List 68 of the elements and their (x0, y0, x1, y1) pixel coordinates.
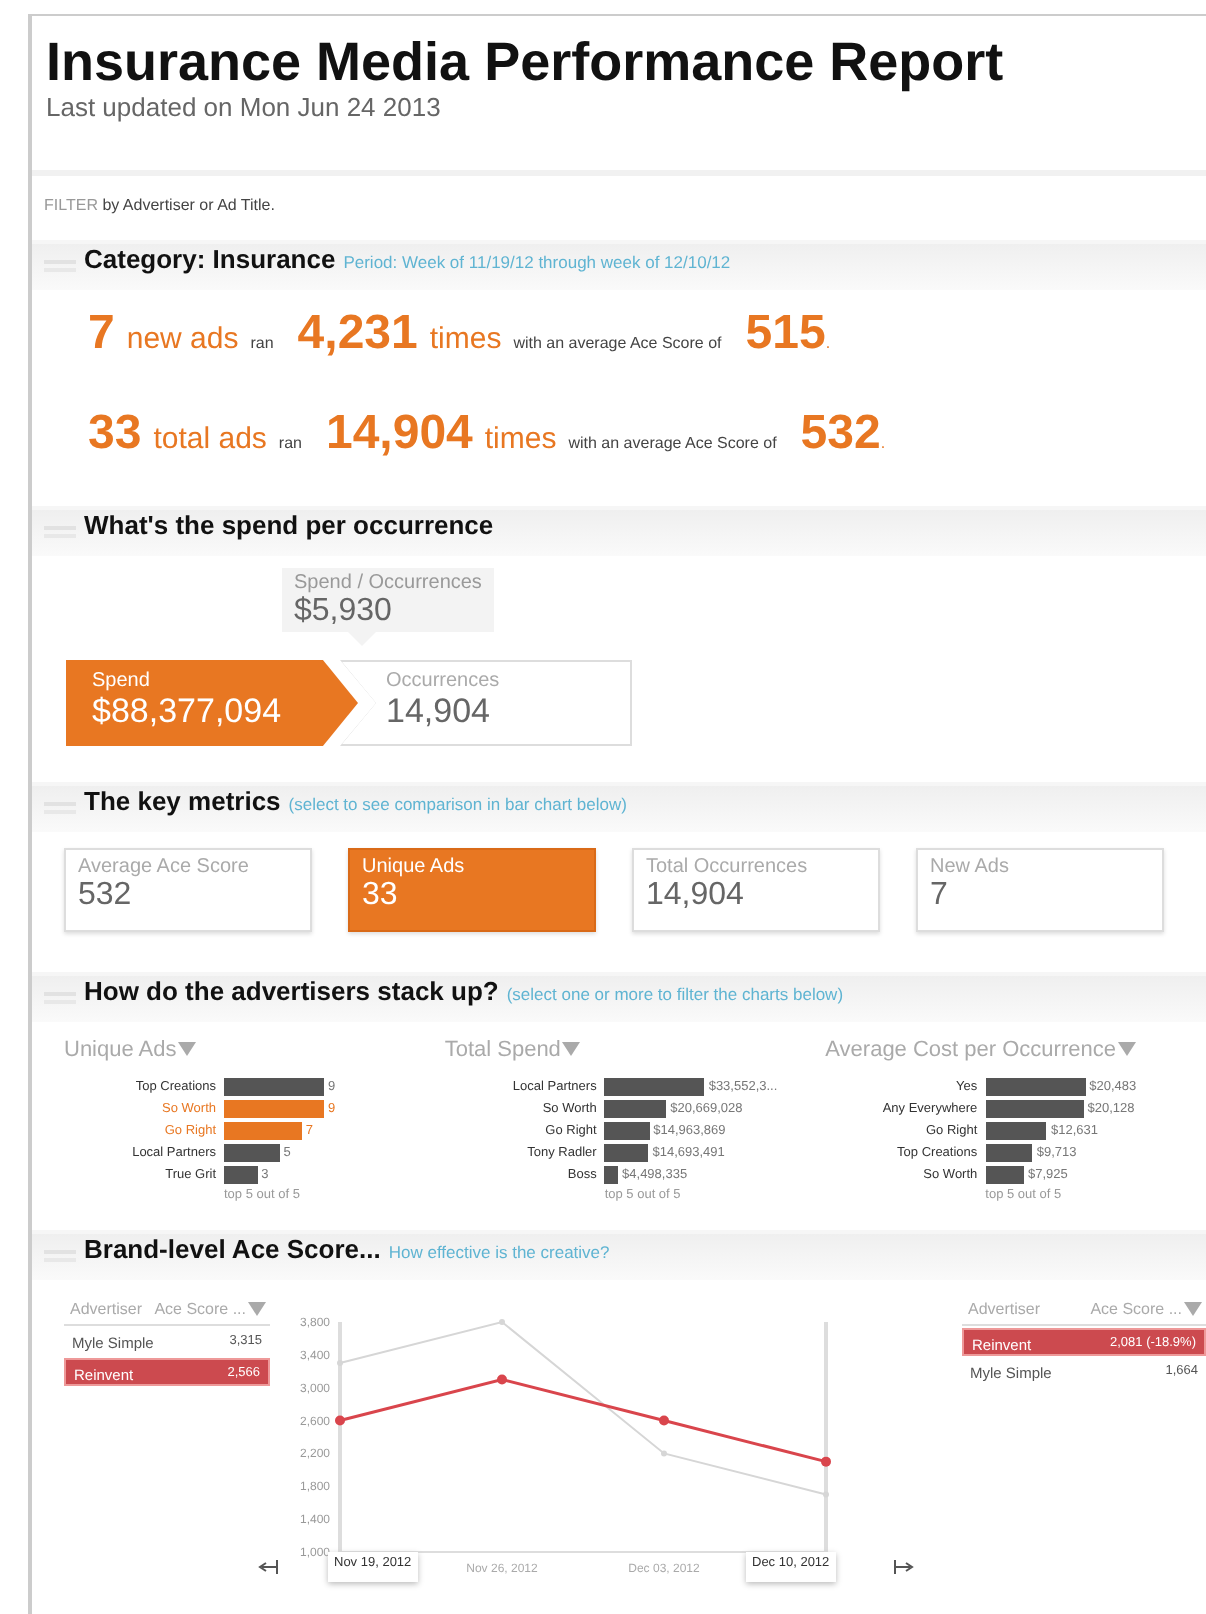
metric-card[interactable]: New Ads 7 (916, 848, 1164, 932)
bar[interactable] (985, 1122, 1047, 1140)
point (497, 1374, 507, 1385)
ratio-label: Spend / Occurrences (294, 572, 484, 594)
arrow-right-icon[interactable] (894, 1560, 914, 1574)
metric-label: New Ads (930, 856, 1011, 878)
metric-value: 14,904 (646, 878, 746, 914)
metric-card[interactable]: Average Ace Score 532 (64, 848, 312, 932)
range-handle-line[interactable] (824, 1322, 828, 1552)
occurrences-label: Occurrences (386, 670, 502, 692)
stat-number: 7 (88, 306, 115, 362)
section-title: How do the advertisers stack up? (84, 976, 499, 1006)
filter-icon[interactable] (1184, 1301, 1202, 1317)
chart-title: Total Spend (444, 1038, 561, 1062)
section-note: (select one or more to filter the charts below) (506, 984, 844, 1004)
stat-label: times (429, 322, 502, 356)
bar[interactable] (985, 1144, 1033, 1162)
point (335, 1415, 345, 1426)
point (821, 1456, 831, 1467)
point (661, 1450, 667, 1457)
filter-icon[interactable] (248, 1301, 266, 1317)
stat-period: . (825, 334, 831, 352)
stat-number: 4,231 (297, 306, 418, 362)
range-handle-line[interactable] (338, 1322, 342, 1552)
stat-text: with an average Ace Score of (568, 434, 777, 452)
metric-label: Unique Ads (362, 856, 467, 878)
section-title: The key metrics (84, 786, 281, 816)
stat-label: times (484, 422, 557, 456)
stat-number: 532 (800, 406, 881, 462)
stat-number: 14,904 (325, 406, 473, 462)
filter-icon[interactable] (178, 1042, 197, 1058)
chart-title: Unique Ads (64, 1038, 177, 1062)
ratio-value: $5,930 (294, 594, 394, 630)
bar[interactable] (985, 1166, 1024, 1184)
report-title: Insurance Media Performance Report (46, 32, 1006, 92)
metric-value: 532 (78, 878, 134, 914)
bar[interactable] (604, 1166, 619, 1184)
arrow-left-icon[interactable] (258, 1560, 278, 1574)
section-note: Period: Week of 11/19/12 through week of 12/10/12 (343, 252, 731, 272)
stat-text: ran (278, 434, 302, 452)
section-note: How effective is the creative? (388, 1242, 610, 1262)
stat-text: with an average Ace Score of (513, 334, 722, 352)
stat-label: total ads (153, 422, 267, 456)
section-title: What's the spend per occurrence (84, 510, 494, 540)
spend-label: Spend (92, 670, 152, 692)
filter-icon[interactable] (1117, 1042, 1136, 1058)
stat-number: 33 (88, 406, 142, 462)
bar[interactable] (604, 1144, 649, 1162)
metric-card[interactable]: Total Occurrences 14,904 (632, 848, 880, 932)
stat-period: . (880, 434, 886, 452)
filter-hint: by Advertiser or Ad Title. (102, 196, 275, 214)
filter-icon[interactable] (562, 1042, 581, 1058)
stat-number: 515 (745, 306, 826, 362)
section-note: (select to see comparison in bar chart below) (288, 794, 627, 814)
metric-label: Total Occurrences (646, 856, 810, 878)
stat-text: ran (250, 334, 274, 352)
section-title: Brand-level Ace Score... (84, 1234, 381, 1264)
updated-text: Last updated on Mon Jun 24 2013 (46, 92, 443, 122)
occurrences-value: 14,904 (386, 692, 492, 732)
stat-label: new ads (126, 322, 239, 356)
point (659, 1415, 669, 1426)
line-series (337, 1319, 829, 1498)
metric-value: 7 (930, 878, 950, 914)
chart-title: Average Cost per Occurrence (825, 1038, 1116, 1062)
metric-label: Average Ace Score (78, 856, 251, 878)
section-title: Category: Insurance (84, 244, 336, 274)
metric-value: 33 (362, 878, 400, 914)
spend-value: $88,377,094 (92, 692, 284, 732)
